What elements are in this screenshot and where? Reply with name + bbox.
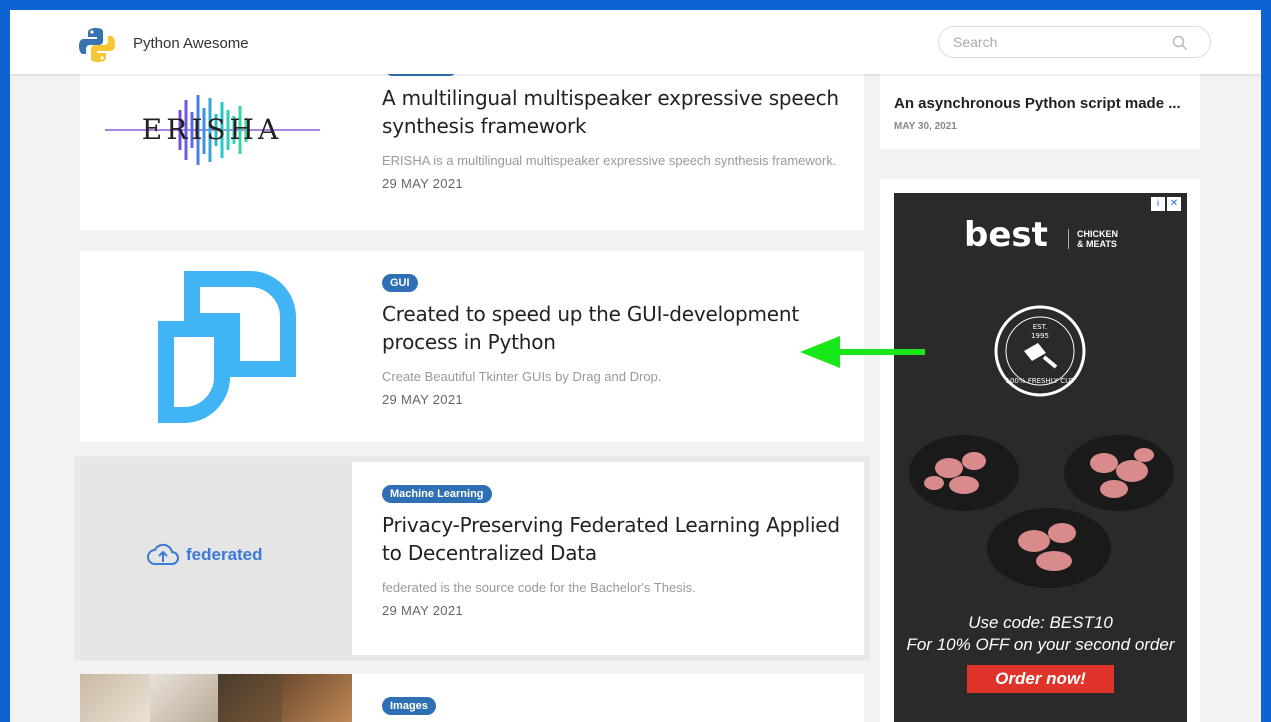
ad-choices[interactable]: i ✕ [1151, 197, 1181, 211]
sidebar-post-title[interactable]: An asynchronous Python script made ... [894, 95, 1181, 112]
cleaver-seal-icon: EST. 1995 100% FRESHLY CUT [994, 305, 1086, 397]
erisha-logo-text: ERISHA [142, 113, 282, 146]
article-body: A multilingual multispeaker expressive s… [382, 84, 848, 191]
article-card[interactable]: federated Machine Learning Privacy-Prese… [80, 462, 864, 655]
article-card[interactable]: GUI Created to speed up the GUI-developm… [80, 251, 864, 442]
erisha-logo-image: ERISHA [105, 95, 320, 165]
svg-text:1995: 1995 [1031, 332, 1049, 340]
article-thumbnail[interactable] [80, 674, 352, 722]
info-icon[interactable]: i [1151, 197, 1165, 211]
category-badge[interactable]: GUI [382, 274, 418, 292]
article-card[interactable]: Images [80, 674, 864, 722]
article-card[interactable]: ERISHA A multilingual multispeaker expre… [80, 50, 864, 230]
advertisement[interactable]: i ✕ best CHICKEN & MEATS EST. 1995 100% … [894, 193, 1187, 722]
close-icon[interactable]: ✕ [1167, 197, 1181, 211]
article-date: 29 MAY 2021 [382, 176, 463, 191]
sidebar-post-date: MAY 30, 2021 [894, 121, 957, 132]
ad-brand: best [964, 215, 1048, 255]
article-date: 29 MAY 2021 [382, 603, 463, 618]
ad-brand-sub: CHICKEN & MEATS [1068, 229, 1118, 249]
article-description: ERISHA is a multilingual multispeaker ex… [382, 153, 837, 168]
page-frame: Python Awesome Search ERISHA A multiling… [10, 10, 1261, 722]
article-date: 29 MAY 2021 [382, 392, 463, 407]
annotation-arrow-icon [800, 336, 925, 368]
category-badge[interactable]: Images [382, 697, 436, 715]
ad-order-now-button[interactable]: Order now! [967, 665, 1114, 693]
search-box[interactable] [938, 26, 1211, 58]
article-description: Create Beautiful Tkinter GUIs by Drag an… [382, 369, 662, 384]
article-body: GUI Created to speed up the GUI-developm… [382, 273, 848, 407]
cloud-upload-icon [147, 543, 179, 565]
meat-platters-image [909, 435, 1174, 588]
federated-logo: federated [146, 542, 263, 568]
photo-collage-image [80, 674, 352, 722]
article-description: federated is the source code for the Bac… [382, 580, 696, 595]
article-thumbnail[interactable] [80, 251, 352, 442]
ad-promo-code: Use code: BEST10 [968, 613, 1113, 632]
python-logo-icon[interactable] [78, 26, 116, 64]
sidebar-recent-post[interactable]: An asynchronous Python script made ... M… [880, 70, 1200, 149]
search-icon[interactable] [1172, 35, 1188, 51]
article-thumbnail[interactable]: federated [80, 462, 352, 655]
svg-text:100% FRESHLY CUT: 100% FRESHLY CUT [1005, 377, 1075, 385]
article-thumbnail[interactable]: ERISHA [80, 50, 352, 230]
article-body: Images [382, 696, 848, 715]
category-badge[interactable]: Machine Learning [382, 485, 492, 503]
article-title[interactable]: Created to speed up the GUI-development … [382, 300, 848, 356]
ad-promo-offer: For 10% OFF on your second order [906, 635, 1175, 654]
article-title[interactable]: Privacy-Preserving Federated Learning Ap… [382, 511, 848, 567]
top-navbar: Python Awesome [10, 10, 1261, 74]
search-input[interactable] [953, 34, 1163, 50]
gui-builder-logo-image [158, 271, 296, 423]
article-title[interactable]: A multilingual multispeaker expressive s… [382, 84, 848, 140]
federated-logo-text: federated [186, 545, 263, 564]
article-body: Machine Learning Privacy-Preserving Fede… [382, 484, 848, 618]
svg-text:EST.: EST. [1033, 323, 1048, 331]
site-title[interactable]: Python Awesome [133, 35, 249, 52]
